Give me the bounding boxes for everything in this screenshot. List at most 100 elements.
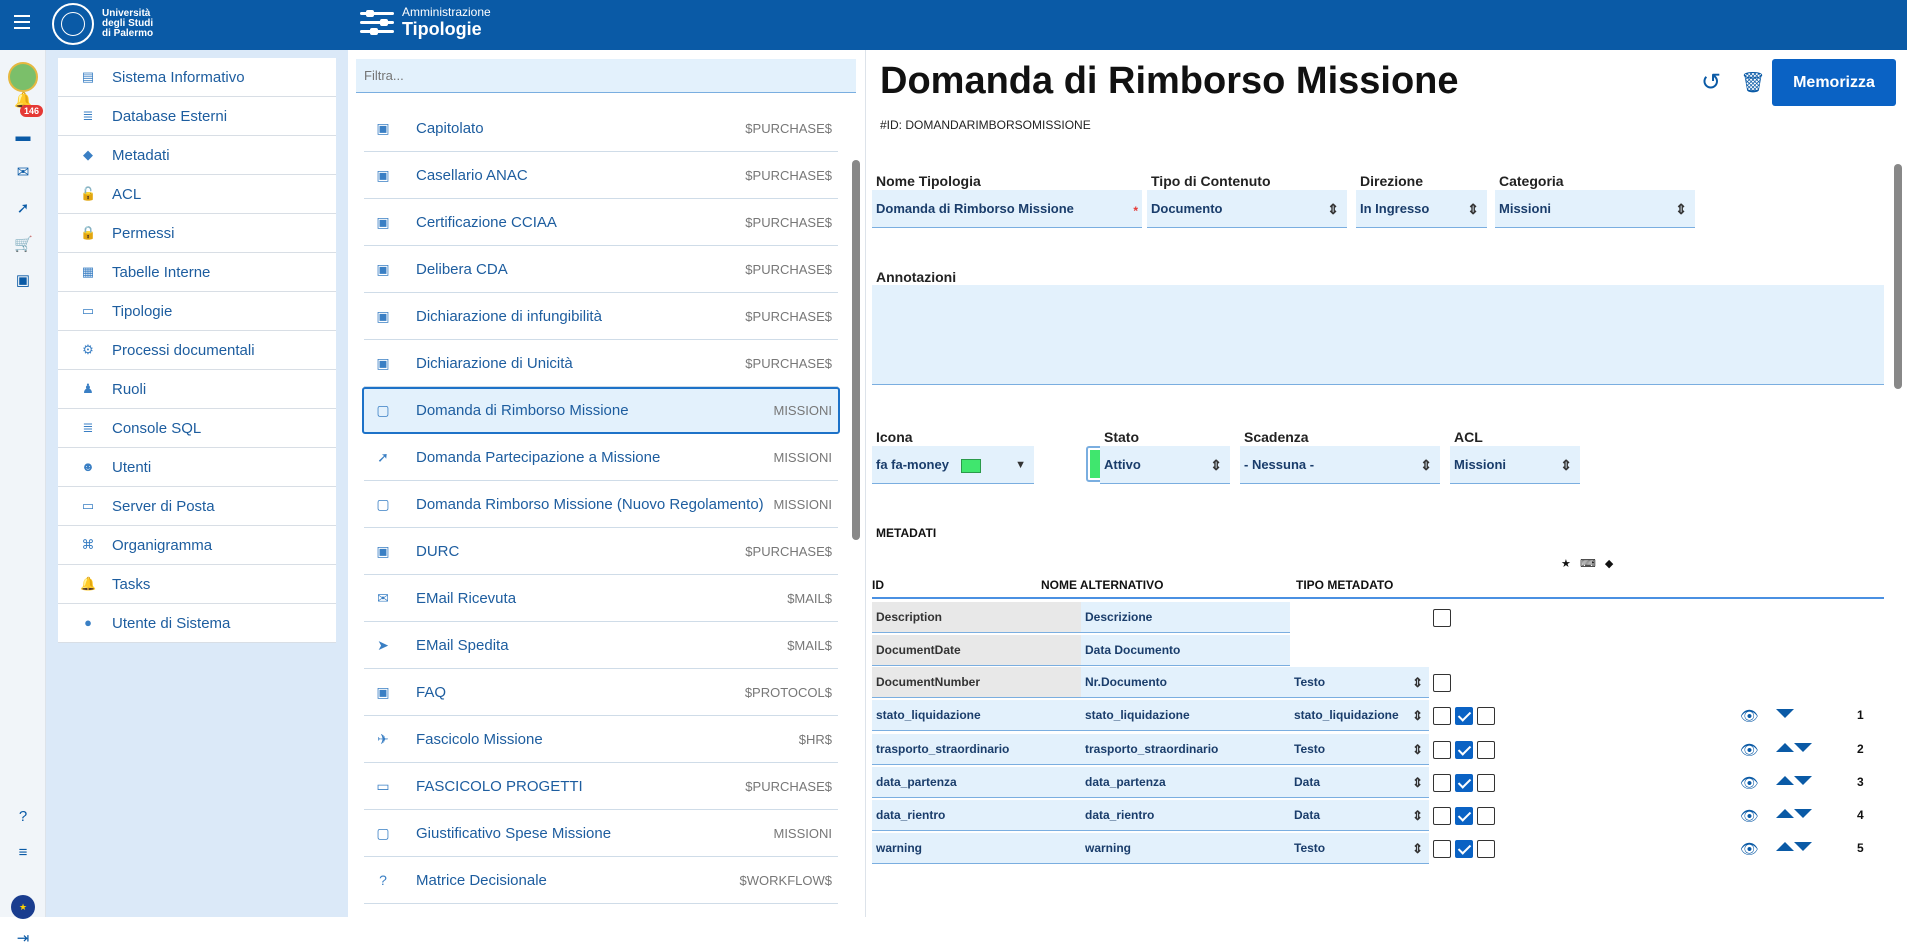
menu-item[interactable]: ▭ Tipologie (58, 292, 336, 331)
required-checkbox[interactable] (1433, 609, 1451, 627)
move-down-icon[interactable] (1794, 743, 1812, 752)
visible-checkbox[interactable] (1455, 741, 1473, 759)
menu-item[interactable]: ● Utente di Sistema (58, 604, 336, 643)
eye-icon[interactable]: 👁 (1740, 840, 1759, 858)
metadati-alt-cell[interactable]: data_rientro (1081, 800, 1290, 831)
university-logo[interactable]: Università degli Studi di Palermo (52, 3, 153, 45)
required-checkbox[interactable] (1433, 774, 1451, 792)
move-up-icon[interactable] (1776, 809, 1794, 818)
help-icon[interactable]: ? (14, 808, 32, 826)
nome-field[interactable]: Domanda di Rimborso Missione * (872, 190, 1142, 228)
move-up-icon[interactable] (1776, 776, 1794, 785)
logout-icon[interactable]: ⇥ (14, 930, 32, 948)
eye-icon[interactable]: 👁 (1740, 774, 1759, 792)
menu-item[interactable]: ▭ Server di Posta (58, 487, 336, 526)
avatar[interactable] (8, 62, 38, 92)
envelope-icon[interactable]: ✉ (14, 164, 32, 182)
metadati-row[interactable]: DocumentNumber Nr.Documento Testo ⇕ (872, 667, 1884, 698)
visible-checkbox[interactable] (1455, 840, 1473, 858)
stato-select[interactable]: Attivo ⇕ (1100, 446, 1230, 484)
list-item[interactable]: ✉ EMail Ricevuta $MAIL$ (364, 575, 838, 622)
menu-item[interactable]: ⚙ Processi documentali (58, 331, 336, 370)
list-item[interactable]: ▢ Domanda di Rimborso Missione MISSIONI (362, 387, 840, 434)
icona-field[interactable]: fa fa-money ▼ (872, 446, 1034, 484)
menu-item[interactable]: 🔓 ACL (58, 175, 336, 214)
eye-icon[interactable]: 👁 (1740, 807, 1759, 825)
visible-checkbox[interactable] (1455, 707, 1473, 725)
folder-icon[interactable]: ▬ (14, 128, 32, 146)
metadati-tipo-select[interactable]: Data ⇕ (1290, 767, 1429, 798)
menu-item[interactable]: ≣ Console SQL (58, 409, 336, 448)
menu-item[interactable]: ⌘ Organigramma (58, 526, 336, 565)
metadati-tipo-select[interactable]: Testo ⇕ (1290, 667, 1429, 698)
metadati-row[interactable]: Description Descrizione (872, 602, 1884, 633)
list-item[interactable]: ➤ EMail Spedita $MAIL$ (364, 622, 838, 669)
menu-item[interactable]: ≣ Database Esterni (58, 97, 336, 136)
move-down-icon[interactable] (1794, 809, 1812, 818)
list-item[interactable]: ▣ Certificazione CCIAA $PURCHASE$ (364, 199, 838, 246)
eye-icon[interactable]: 👁 (1740, 741, 1759, 759)
menu-item[interactable]: 🔒 Permessi (58, 214, 336, 253)
list-item[interactable]: ➚ Domanda Partecipazione a Missione MISSIO… (364, 434, 838, 481)
list-item[interactable]: ▣ DURC $PURCHASE$ (364, 528, 838, 575)
metadati-row[interactable]: data_rientro data_rientro Data ⇕ 👁 4 (872, 800, 1884, 831)
detail-scrollbar[interactable] (1894, 164, 1902, 389)
filter-input[interactable] (364, 68, 856, 83)
list-item[interactable]: ✈ Fascicolo Missione $HR$ (364, 716, 838, 763)
menu-item[interactable]: 🔔 Tasks (58, 565, 336, 604)
tag-checkbox[interactable] (1477, 774, 1495, 792)
metadati-tipo-select[interactable]: Testo ⇕ (1290, 833, 1429, 864)
metadati-row[interactable]: warning warning Testo ⇕ 👁 5 (872, 833, 1884, 864)
annotazioni-textarea[interactable] (872, 285, 1884, 385)
scadenza-select[interactable]: - Nessuna - ⇕ (1240, 446, 1440, 484)
undo-icon[interactable]: ↺ (1696, 68, 1726, 98)
list-item[interactable]: ▭ FASCICOLO PROGETTI $PURCHASE$ (364, 763, 838, 810)
list-item[interactable]: ▣ FAQ $PROTOCOL$ (364, 669, 838, 716)
hamburger-menu-icon[interactable] (14, 15, 30, 29)
required-checkbox[interactable] (1433, 707, 1451, 725)
move-down-icon[interactable] (1794, 842, 1812, 851)
menu-item[interactable]: ☻ Utenti (58, 448, 336, 487)
list-item[interactable]: ▣ Casellario ANAC $PURCHASE$ (364, 152, 838, 199)
tipo-select[interactable]: Documento ⇕ (1147, 190, 1347, 228)
required-checkbox[interactable] (1433, 840, 1451, 858)
metadati-tipo-select[interactable]: Testo ⇕ (1290, 734, 1429, 765)
metadati-row[interactable]: data_partenza data_partenza Data ⇕ 👁 3 (872, 767, 1884, 798)
cart-icon[interactable]: 🛒 (14, 236, 33, 254)
tag-checkbox[interactable] (1477, 741, 1495, 759)
move-up-icon[interactable] (1776, 842, 1794, 851)
menu-item[interactable]: ▦ Tabelle Interne (58, 253, 336, 292)
menu-item[interactable]: ◆ Metadati (58, 136, 336, 175)
move-up-icon[interactable] (1776, 743, 1794, 752)
tag-checkbox[interactable] (1477, 707, 1495, 725)
metadati-row[interactable]: DocumentDate Data Documento (872, 635, 1884, 666)
eu-flag-icon[interactable]: ★ (11, 895, 35, 919)
trash-icon[interactable]: 🗑 (1738, 68, 1768, 98)
metadati-alt-cell[interactable]: Descrizione (1081, 602, 1290, 633)
visible-checkbox[interactable] (1455, 774, 1473, 792)
metadati-tipo-select[interactable]: Data ⇕ (1290, 800, 1429, 831)
metadati-alt-cell[interactable]: stato_liquidazione (1081, 700, 1290, 731)
save-button[interactable]: Memorizza (1772, 59, 1896, 106)
metadati-alt-cell[interactable]: data_partenza (1081, 767, 1290, 798)
metadati-alt-cell[interactable]: Data Documento (1081, 635, 1290, 666)
metadati-tipo-select[interactable]: stato_liquidazione ⇕ (1290, 700, 1429, 731)
list-item[interactable]: ▢ Domanda Rimborso Missione (Nuovo Regola… (364, 481, 838, 528)
required-checkbox[interactable] (1433, 674, 1451, 692)
move-down-icon[interactable] (1776, 709, 1794, 718)
list-item[interactable]: ▣ Dichiarazione di Unicità $PURCHASE$ (364, 340, 838, 387)
metadati-row[interactable]: trasporto_straordinario trasporto_straord… (872, 734, 1884, 765)
categoria-select[interactable]: Missioni ⇕ (1495, 190, 1695, 228)
settings-sliders-icon[interactable]: ≡ (14, 844, 32, 862)
menu-item[interactable]: ♟ Ruoli (58, 370, 336, 409)
list-item[interactable]: ▣ Dichiarazione di infungibilità $PURCHASE… (364, 293, 838, 340)
required-checkbox[interactable] (1433, 807, 1451, 825)
tag-checkbox[interactable] (1477, 807, 1495, 825)
list-item[interactable]: ▣ Capitolato $PURCHASE$ (364, 105, 838, 152)
list-item[interactable]: ▢ Giustificativo Spese Missione MISSIONI (364, 810, 838, 857)
move-down-icon[interactable] (1794, 776, 1812, 785)
metadati-alt-cell[interactable]: trasporto_straordinario (1081, 734, 1290, 765)
metadati-row[interactable]: stato_liquidazione stato_liquidazione stat… (872, 700, 1884, 731)
visible-checkbox[interactable] (1455, 807, 1473, 825)
tag-checkbox[interactable] (1477, 840, 1495, 858)
